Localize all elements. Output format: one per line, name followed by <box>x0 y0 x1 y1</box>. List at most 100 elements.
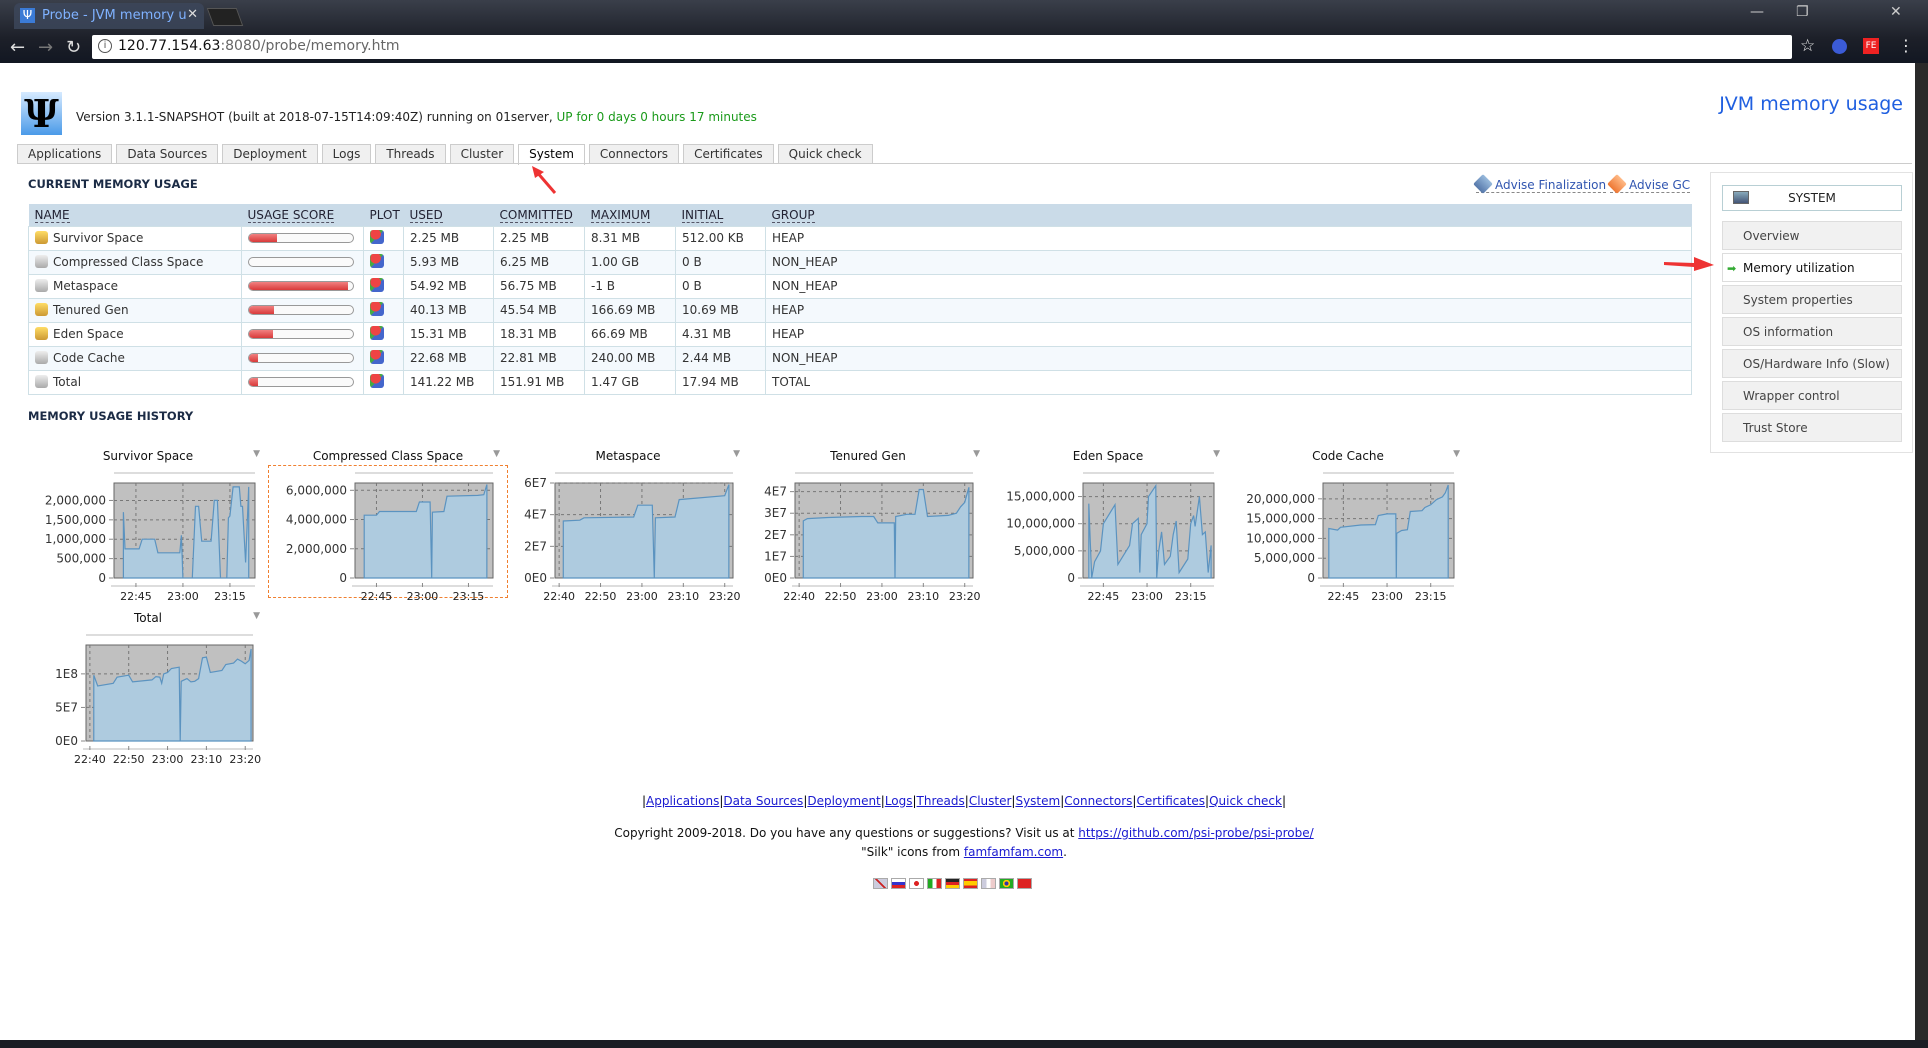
wrench-icon <box>1473 174 1493 194</box>
sidebar-item-wrapper-control[interactable]: Wrapper control <box>1722 381 1902 410</box>
restore-icon[interactable]: ❐ <box>1796 4 1809 20</box>
extension-fe-icon[interactable]: FE <box>1863 38 1879 54</box>
flag-zh-cn-icon[interactable] <box>1017 878 1032 889</box>
tab-system[interactable]: System <box>518 144 585 165</box>
famfamfam-link[interactable]: famfamfam.com <box>964 845 1063 859</box>
column-header[interactable]: MAXIMUM <box>584 204 676 226</box>
silk-credit: "Silk" icons from famfamfam.com. <box>861 845 1067 859</box>
back-icon[interactable]: ← <box>10 37 25 58</box>
plot-cell <box>363 273 404 299</box>
usage-score-fill <box>249 282 348 290</box>
pool-name: Code Cache <box>53 351 125 365</box>
advise-gc-link[interactable]: Advise GC <box>1607 174 1691 194</box>
y-tick-label: 0E0 <box>55 734 78 748</box>
flag-pt-br-icon[interactable] <box>999 878 1014 889</box>
plot-icon[interactable] <box>370 325 384 340</box>
tab-connectors[interactable]: Connectors <box>588 144 680 163</box>
footer-link-applications[interactable]: Applications <box>646 794 719 808</box>
browser-menu-icon[interactable]: ⋮ <box>1898 36 1914 55</box>
group-cell: NON_HEAP <box>765 273 1692 299</box>
footer-link-deployment[interactable]: Deployment <box>807 794 880 808</box>
flag-es-icon[interactable] <box>963 878 978 889</box>
x-tick-label: 23:10 <box>907 590 939 603</box>
browser-tab[interactable]: Ψ Probe - JVM memory u ✕ <box>14 3 204 29</box>
minimize-icon[interactable]: — <box>1750 4 1764 20</box>
footer-link-quick-check[interactable]: Quick check <box>1209 794 1282 808</box>
taskbar <box>0 1040 1928 1048</box>
column-header-label: USED <box>409 207 443 223</box>
column-header-label: NAME <box>34 207 70 223</box>
forward-icon[interactable]: → <box>38 37 53 58</box>
footer-link-threads[interactable]: Threads <box>917 794 965 808</box>
plot-icon[interactable] <box>370 253 384 268</box>
column-header[interactable]: GROUP <box>765 204 1692 226</box>
sidebar-item-system-properties[interactable]: System properties <box>1722 285 1902 314</box>
tab-deployment[interactable]: Deployment <box>222 144 318 163</box>
footer-link-connectors[interactable]: Connectors <box>1064 794 1132 808</box>
group-cell: HEAP <box>765 225 1692 251</box>
sidebar-header: SYSTEM <box>1722 185 1902 211</box>
reload-icon[interactable]: ↻ <box>66 37 81 58</box>
column-header[interactable]: INITIAL <box>675 204 766 226</box>
psi-probe-logo[interactable]: Ψ <box>21 92 62 135</box>
plot-icon[interactable] <box>370 277 384 292</box>
usage-score-cell <box>241 249 364 275</box>
flag-it-icon[interactable] <box>927 878 942 889</box>
flag-de-icon[interactable] <box>945 878 960 889</box>
address-bar[interactable]: i 120.77.154.63:8080/probe/memory.htm <box>92 35 1792 59</box>
github-link[interactable]: https://github.com/psi-probe/psi-probe/ <box>1078 826 1313 840</box>
pool-name: Survivor Space <box>53 231 144 245</box>
flag-fr-icon[interactable] <box>981 878 996 889</box>
copyright: Copyright 2009-2018. Do you have any que… <box>0 826 1928 840</box>
history-chart: Total ▼ 0E0 5E7 1E8 22:40 22:50 23:00 23:10 23:20 <box>28 609 268 769</box>
bookmark-star-icon[interactable]: ☆ <box>1800 36 1815 56</box>
flag-en-icon[interactable] <box>873 878 888 889</box>
sidebar-item-memory-utilization[interactable]: ➡ Memory utilization <box>1722 253 1902 282</box>
chart-svg: 0E0 2E7 4E7 6E7 22:40 22:50 23:00 23:10 23:20 <box>524 472 741 603</box>
x-tick-label: 23:20 <box>949 590 981 603</box>
sidebar-item-trust-store[interactable]: Trust Store <box>1722 413 1902 442</box>
flag-ru-icon[interactable] <box>891 878 906 889</box>
tab-cluster[interactable]: Cluster <box>449 144 515 163</box>
x-tick-label: 23:20 <box>229 753 261 766</box>
plot-icon[interactable] <box>370 349 384 364</box>
close-tab-icon[interactable]: ✕ <box>187 7 198 22</box>
tab-certificates[interactable]: Certificates <box>683 144 774 163</box>
chart-svg: 0 500,000 1,000,000 1,500,000 2,000,000 22:45… <box>45 472 256 603</box>
column-header[interactable]: COMMITTED <box>493 204 585 226</box>
advise-finalization-link[interactable]: Advise Finalization <box>1473 174 1607 194</box>
footer-link-data-sources[interactable]: Data Sources <box>723 794 803 808</box>
history-chart: Tenured Gen ▼ 0E0 1E7 2E7 3E7 4E7 22:40 22:50 23:… <box>748 447 988 607</box>
name-cell: Code Cache <box>28 345 242 371</box>
column-header[interactable]: NAME <box>28 204 242 226</box>
extension-icon[interactable] <box>1832 39 1847 54</box>
plot-icon[interactable] <box>370 301 384 316</box>
tab-applications[interactable]: Applications <box>17 144 113 163</box>
pool-name: Tenured Gen <box>53 303 129 317</box>
flag-ja-icon[interactable] <box>909 878 924 889</box>
footer-link-certificates[interactable]: Certificates <box>1136 794 1205 808</box>
new-tab-button[interactable] <box>206 8 244 26</box>
committed-cell: 22.81 MB <box>493 345 585 371</box>
probe-favicon: Ψ <box>20 8 35 23</box>
column-header[interactable]: USED <box>403 204 494 226</box>
close-window-icon[interactable]: ✕ <box>1890 4 1902 20</box>
plot-icon[interactable] <box>370 229 384 244</box>
footer-link-logs[interactable]: Logs <box>885 794 913 808</box>
column-header[interactable]: USAGE SCORE <box>241 204 364 226</box>
chart-svg: 0E0 5E7 1E8 22:40 22:50 23:00 23:10 23:20 <box>55 634 261 766</box>
info-icon[interactable]: i <box>98 39 112 53</box>
tab-logs[interactable]: Logs <box>321 144 372 163</box>
tab-threads[interactable]: Threads <box>375 144 446 163</box>
footer-link-system[interactable]: System <box>1015 794 1060 808</box>
footer-link-cluster[interactable]: Cluster <box>969 794 1012 808</box>
tab-data-sources[interactable]: Data Sources <box>116 144 219 163</box>
y-tick-label: 4E7 <box>524 508 547 522</box>
tab-quick-check[interactable]: Quick check <box>777 144 873 163</box>
plot-icon[interactable] <box>370 373 384 388</box>
sidebar-item-overview[interactable]: Overview <box>1722 221 1902 250</box>
table-row: Tenured Gen 40.13 MB 45.54 MB 166.69 MB 10.6… <box>28 297 1692 323</box>
sidebar-item-os-hardware-info-slow-[interactable]: OS/Hardware Info (Slow) <box>1722 349 1902 378</box>
sidebar-item-os-information[interactable]: OS information <box>1722 317 1902 346</box>
sidebar-item-label: Wrapper control <box>1743 389 1840 403</box>
